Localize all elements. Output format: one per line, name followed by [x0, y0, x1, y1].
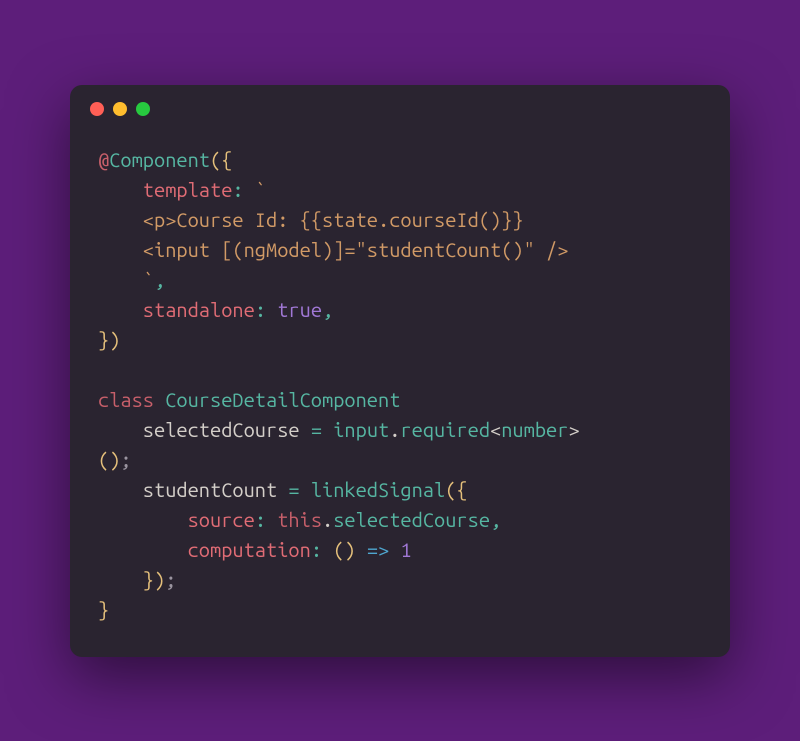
- code-token: required: [400, 418, 490, 441]
- code-token: <p>Course Id: {{state.courseId()}}: [98, 208, 524, 231]
- code-token: ,: [322, 298, 333, 321]
- code-token: ({: [210, 148, 232, 171]
- close-icon[interactable]: [90, 102, 104, 116]
- code-block: @Component({ template: ` <p>Course Id: {…: [70, 133, 730, 657]
- code-token: standalone: [98, 298, 255, 321]
- code-token: selectedCourse: [98, 418, 311, 441]
- code-token: =: [288, 478, 310, 501]
- code-token: template: [98, 178, 232, 201]
- code-token: =>: [367, 538, 401, 561]
- code-window: @Component({ template: ` <p>Course Id: {…: [70, 85, 730, 657]
- code-token: ;: [120, 448, 131, 471]
- code-token: Component: [109, 148, 210, 171]
- code-token: 1: [400, 538, 411, 561]
- code-token: :: [311, 538, 333, 561]
- code-token: <: [490, 418, 501, 441]
- code-token: linkedSignal: [311, 478, 445, 501]
- code-token: ({: [445, 478, 467, 501]
- code-token: ;: [165, 568, 176, 591]
- code-token: input: [333, 418, 389, 441]
- code-token: (): [98, 448, 120, 471]
- code-token: (): [333, 538, 367, 561]
- code-token: studentCount: [98, 478, 288, 501]
- code-token: .: [322, 508, 333, 531]
- titlebar: [70, 85, 730, 133]
- code-token: number: [501, 418, 568, 441]
- code-token: true: [277, 298, 322, 321]
- code-token: :: [255, 298, 277, 321]
- code-token: source: [98, 508, 255, 531]
- code-token: selectedCourse: [333, 508, 490, 531]
- code-token: this: [277, 508, 322, 531]
- code-token: `: [98, 268, 154, 291]
- code-token: @: [98, 148, 109, 171]
- code-token: >: [568, 418, 579, 441]
- code-token: :: [255, 508, 277, 531]
- code-token: computation: [98, 538, 311, 561]
- maximize-icon[interactable]: [136, 102, 150, 116]
- code-token: `: [255, 178, 266, 201]
- code-token: }): [98, 328, 120, 351]
- code-token: }: [98, 598, 109, 621]
- minimize-icon[interactable]: [113, 102, 127, 116]
- code-token: ,: [490, 508, 501, 531]
- code-token: CourseDetailComponent: [165, 388, 400, 411]
- code-token: :: [232, 178, 254, 201]
- code-token: =: [311, 418, 333, 441]
- code-token: <input [(ngModel)]="studentCount()" />: [98, 238, 568, 261]
- code-token: ,: [154, 268, 165, 291]
- code-token: .: [389, 418, 400, 441]
- code-token: class: [98, 388, 165, 411]
- code-token: }): [98, 568, 165, 591]
